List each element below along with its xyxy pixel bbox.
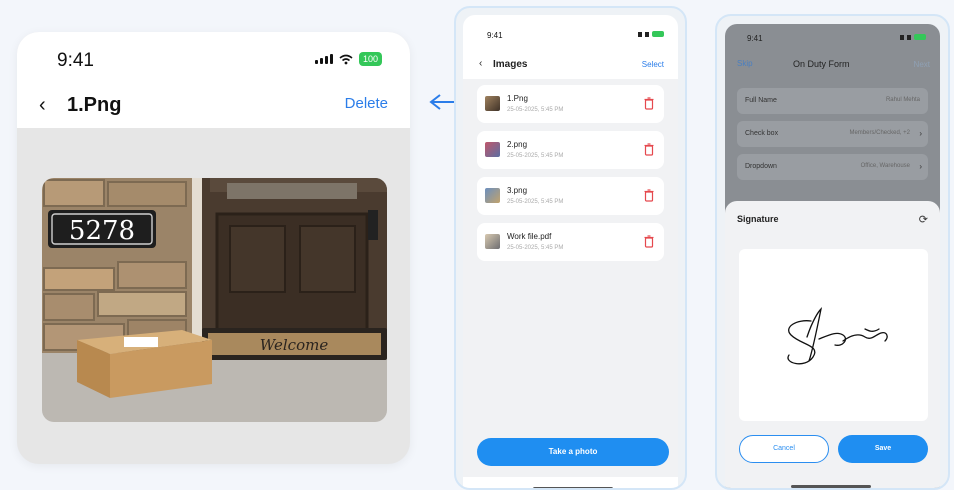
- trash-icon[interactable]: [644, 143, 654, 156]
- item-meta: 25-05-2025, 5:45 PM: [507, 107, 564, 113]
- form-field[interactable]: Dropdown Office, Warehouse ›: [737, 154, 928, 180]
- list-item[interactable]: 2.png 25-05-2025, 5:45 PM: [477, 131, 664, 169]
- images-screen: 9:41 ‹ Images Select 1.Png 25-05-2025, 5…: [454, 6, 687, 490]
- select-button[interactable]: Select: [642, 60, 664, 69]
- status-icons: [638, 31, 664, 37]
- field-label: Dropdown: [745, 163, 777, 170]
- signature-title: Signature: [737, 214, 779, 224]
- chevron-right-icon: ›: [919, 129, 922, 138]
- trash-icon[interactable]: [644, 235, 654, 248]
- page-title: On Duty Form: [793, 59, 850, 69]
- chevron-right-icon: ›: [919, 162, 922, 171]
- image-thumbnail: [485, 234, 500, 249]
- status-time: 9:41: [57, 50, 94, 71]
- field-value: Members/Checked, +2: [849, 130, 910, 136]
- image-thumbnail: [485, 96, 500, 111]
- signature-screen: 9:41 Skip On Duty Form Next Full Name Ra…: [715, 14, 950, 490]
- back-button[interactable]: ‹: [479, 58, 482, 69]
- status-icons: 100: [314, 52, 382, 66]
- item-name: Work file.pdf: [507, 232, 552, 241]
- home-indicator: [791, 485, 871, 488]
- item-meta: 25-05-2025, 5:45 PM: [507, 245, 564, 251]
- item-meta: 25-05-2025, 5:45 PM: [507, 153, 564, 159]
- take-photo-button[interactable]: Take a photo: [477, 438, 669, 466]
- signal-icon: [314, 54, 333, 64]
- back-button[interactable]: ‹: [39, 94, 46, 117]
- form-field[interactable]: Check box Members/Checked, +2 ›: [737, 121, 928, 147]
- signature-drawing: [787, 307, 888, 365]
- list-item[interactable]: 1.Png 25-05-2025, 5:45 PM: [477, 85, 664, 123]
- status-time: 9:41: [487, 31, 503, 40]
- trash-icon[interactable]: [644, 97, 654, 110]
- next-button[interactable]: Next: [914, 60, 930, 69]
- page-title: 1.Png: [67, 94, 122, 116]
- trash-icon[interactable]: [644, 189, 654, 202]
- page-title: Images: [493, 59, 528, 70]
- package-photo: 5278 Welcome: [42, 178, 387, 422]
- image-list: 1.Png 25-05-2025, 5:45 PM 2.png 25-05-20…: [477, 85, 664, 269]
- field-value: Office, Warehouse: [860, 163, 910, 169]
- skip-button[interactable]: Skip: [737, 59, 753, 68]
- item-name: 3.png: [507, 186, 528, 195]
- preview-header: 9:41 100 ‹ 1.Png Delete: [17, 32, 410, 128]
- field-label: Check box: [745, 130, 779, 137]
- field-label: Full Name: [745, 97, 777, 104]
- save-button[interactable]: Save: [838, 435, 928, 463]
- item-meta: 25-05-2025, 5:45 PM: [507, 199, 564, 205]
- battery-icon: 100: [358, 52, 382, 66]
- form-field[interactable]: Full Name Rahul Mehta: [737, 88, 928, 114]
- wifi-icon: [339, 54, 353, 64]
- signature-sheet: Signature ⟳ Cancel Save: [725, 201, 940, 488]
- item-name: 2.png: [507, 140, 528, 149]
- list-item[interactable]: Work file.pdf 25-05-2025, 5:45 PM: [477, 223, 664, 261]
- status-icons: [900, 34, 926, 40]
- battery-icon: [914, 34, 926, 40]
- image-thumbnail: [485, 188, 500, 203]
- list-item[interactable]: 3.png 25-05-2025, 5:45 PM: [477, 177, 664, 215]
- home-indicator: [533, 487, 613, 488]
- doormat-text: Welcome: [260, 336, 329, 354]
- status-time: 9:41: [747, 34, 763, 43]
- item-name: 1.Png: [507, 94, 528, 103]
- field-value: Rahul Mehta: [885, 97, 920, 103]
- image-thumbnail: [485, 142, 500, 157]
- battery-icon: [652, 31, 664, 37]
- house-number: 5278: [69, 216, 135, 246]
- reset-icon[interactable]: ⟳: [919, 213, 928, 226]
- images-header: 9:41 ‹ Images Select: [463, 15, 678, 79]
- image-preview-card: 9:41 100 ‹ 1.Png Delete 5278 Welcome: [17, 32, 410, 464]
- signature-pad[interactable]: [739, 249, 928, 421]
- cancel-button[interactable]: Cancel: [739, 435, 829, 463]
- delete-button[interactable]: Delete: [345, 95, 388, 112]
